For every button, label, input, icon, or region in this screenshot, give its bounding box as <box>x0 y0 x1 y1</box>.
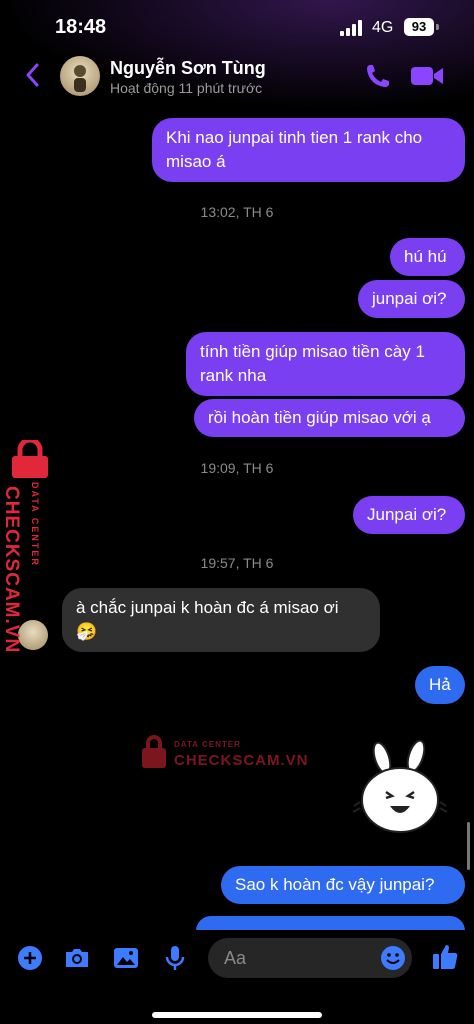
home-indicator <box>152 1012 322 1018</box>
message-emoji: 🤧 <box>76 622 98 641</box>
message-sent[interactable]: rồi hoàn tiền giúp misao với ạ <box>194 399 465 437</box>
message-sent[interactable]: Khi nao junpai tinh tien 1 rank cho misa… <box>152 118 465 182</box>
message-timestamp: 19:09, TH 6 <box>200 460 274 476</box>
watermark-brand: CHECKSCAM.VN <box>1 486 22 654</box>
message-sent[interactable]: Sao k hoàn đc vậy junpai? <box>221 866 465 904</box>
battery-tip <box>436 24 439 30</box>
microphone-icon[interactable] <box>161 944 189 972</box>
camera-icon[interactable] <box>63 944 91 972</box>
message-timestamp: 19:57, TH 6 <box>200 555 274 571</box>
watermark-caption: DATA CENTER <box>174 740 241 749</box>
watermark-center: DATA CENTER CHECKSCAM.VN <box>140 734 340 774</box>
composer-bar: Aa <box>0 930 474 1024</box>
message-received[interactable]: à chắc junpai k hoàn đc á misao ơi 🤧 <box>62 588 380 652</box>
watermark-vertical: CHECKSCAM.VN DATA CENTER <box>1 440 64 653</box>
message-sent[interactable]: hú hú <box>390 238 465 276</box>
phone-call-icon[interactable] <box>364 62 392 90</box>
lock-icon <box>12 440 48 478</box>
message-sent[interactable]: Junpai ơi? <box>353 496 465 534</box>
activity-status: Hoạt động 11 phút trước <box>110 80 263 96</box>
message-sent[interactable]: junpai ơi? <box>358 280 465 318</box>
bunny-sticker-icon[interactable] <box>350 740 450 840</box>
status-time: 18:48 <box>55 16 107 38</box>
back-chevron-icon[interactable] <box>20 60 46 90</box>
message-input-placeholder: Aa <box>224 948 247 968</box>
message-text: Khi nao junpai tinh tien 1 rank cho <box>166 128 423 147</box>
plus-circle-icon[interactable] <box>16 944 44 972</box>
message-text: rank nha <box>200 366 267 385</box>
message-sent[interactable]: tính tiền giúp misao tiền cày 1 rank nha <box>186 332 465 396</box>
watermark-caption: DATA CENTER <box>30 482 40 567</box>
message-sent[interactable]: Hả <box>415 666 465 704</box>
video-call-icon[interactable] <box>410 64 444 88</box>
status-bar: 18:48 4G 93 <box>0 0 474 56</box>
avatar-person-icon <box>74 65 86 92</box>
chat-header: Nguyễn Sơn Tùng Hoạt động 11 phút trước <box>0 52 474 102</box>
message-text: tính tiền giúp misao tiền cày 1 <box>200 342 425 361</box>
scrollbar[interactable] <box>467 822 470 870</box>
thumbs-up-icon[interactable] <box>430 942 460 972</box>
watermark-brand: CHECKSCAM.VN <box>174 752 309 769</box>
message-text: à chắc junpai k hoàn đc á misao ơi <box>76 598 339 617</box>
network-type: 4G <box>372 19 394 36</box>
message-text: misao á <box>166 152 226 171</box>
message-timestamp: 13:02, TH 6 <box>200 204 274 220</box>
battery-icon: 93 <box>404 18 434 36</box>
contact-avatar[interactable] <box>60 56 100 96</box>
emoji-icon[interactable] <box>380 945 406 971</box>
contact-name[interactable]: Nguyễn Sơn Tùng <box>110 58 266 79</box>
lock-icon <box>142 735 166 768</box>
signal-icon <box>340 20 362 36</box>
image-gallery-icon[interactable] <box>112 944 140 972</box>
